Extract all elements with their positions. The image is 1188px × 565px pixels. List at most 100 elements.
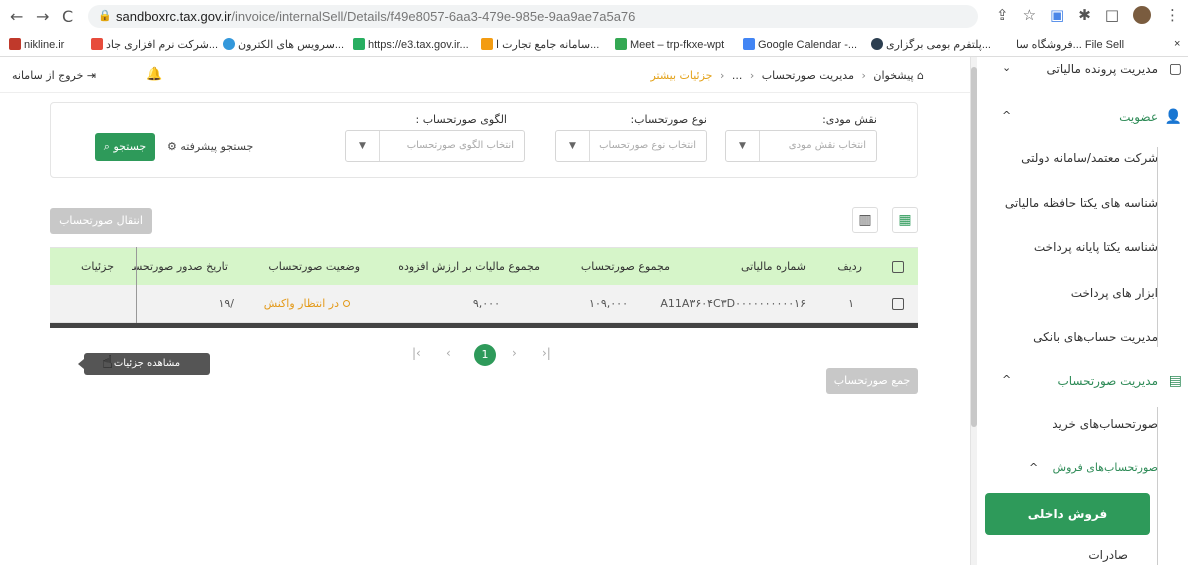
sidebar-item-purchase-invoices[interactable]: صورتحساب‌های خرید xyxy=(983,417,1188,431)
bookmark-nikline[interactable]: nikline.ir xyxy=(6,38,64,51)
main-header: ⇥ خروج از سامانه 🔔 ⌂ پیشخوان ‹ مدیریت صو… xyxy=(0,57,970,93)
window-icon[interactable]: □ xyxy=(1105,6,1119,24)
header-vat-total: مجموع مالیات بر ارزش افزوده xyxy=(398,260,540,273)
reload-icon[interactable]: C xyxy=(62,7,73,26)
address-bar[interactable]: 🔒 sandboxrc.tax.gov.ir/invoice/internalS… xyxy=(88,5,978,28)
bookmarks-bar: nikline.ir شرکت نرم افزاری جاد... سرویس … xyxy=(0,33,1188,57)
select-all-checkbox[interactable] xyxy=(892,261,904,273)
header-details: جزئیات xyxy=(81,260,114,273)
bookmark-platform[interactable]: پلتفرم بومی برگزاری... xyxy=(868,38,991,51)
chevron-up-icon: ^ xyxy=(1029,461,1039,474)
sidebar-item-domestic-sales[interactable]: فروش داخلی xyxy=(985,493,1150,535)
sidebar-item-memory-ids[interactable]: شناسه های یکتا حافظه مالیاتی xyxy=(983,196,1188,210)
sidebar-item-invoice-management[interactable]: ▤ مدیریت صورتحساب ^ xyxy=(978,373,1188,391)
search-icon: ⌕ xyxy=(103,140,110,153)
cell-invoice-total: ۱۰۹,۰۰۰ xyxy=(589,297,628,310)
user-icon: 👤 xyxy=(1164,109,1182,125)
column-divider xyxy=(136,247,137,323)
bookmark-jad[interactable]: شرکت نرم افزاری جاد... xyxy=(88,38,218,51)
bookmark-file-sell[interactable]: فروشگاه سا... File Sell xyxy=(1016,38,1124,51)
sidebar: ▢ مدیریت پرونده مالیاتی ⌄ 👤 عضویت ^ شرکت… xyxy=(970,57,1188,565)
bookmark-electronic-services[interactable]: سرویس های الکترون... xyxy=(220,38,344,51)
logout-link[interactable]: ⇥ خروج از سامانه xyxy=(12,69,96,82)
sidebar-item-payment-tools[interactable]: ابزار های پرداخت xyxy=(983,286,1188,300)
bell-icon[interactable]: 🔔 xyxy=(146,67,162,82)
cell-vat-total: ۹,۰۰۰ xyxy=(472,297,500,310)
breadcrumb-home[interactable]: پیشخوان xyxy=(873,69,913,82)
sidebar-item-sales-invoices[interactable]: صورتحساب‌های فروش ^ xyxy=(983,461,1188,474)
star-icon[interactable]: ☆ xyxy=(1023,6,1036,24)
cell-tax-number: A11A۳۶۰۴C۳D۰۰۰۰۰۰۰۰۰۰۱۶ xyxy=(660,297,806,310)
role-label: نقش مودی: xyxy=(822,113,877,126)
excel-icon[interactable]: ▦ xyxy=(892,207,918,233)
first-page-icon[interactable]: |‹ xyxy=(412,346,421,360)
advanced-search-link[interactable]: جستجو پیشرفته ⚙ xyxy=(167,140,253,153)
sidebar-item-bank-accounts[interactable]: مدیریت حساب‌های بانکی xyxy=(983,330,1188,344)
next-page-icon[interactable]: › xyxy=(512,346,517,360)
menu-icon[interactable]: ⋮ xyxy=(1165,6,1180,24)
role-select[interactable]: انتخاب نقش مودی ▼ xyxy=(725,130,877,162)
breadcrumb: ⌂ پیشخوان ‹ مدیریت صورتحساب ‹ ... ‹ جزئی… xyxy=(650,69,924,82)
share-icon[interactable]: ⇪ xyxy=(996,6,1009,24)
prev-page-icon[interactable]: ‹ xyxy=(446,346,451,360)
columns-icon[interactable]: ▥ xyxy=(852,207,878,233)
bookmarks-close-icon[interactable]: × xyxy=(1174,38,1180,50)
bookmark-meet[interactable]: Meet – trp-fkxe-wpt xyxy=(612,38,724,51)
folder-icon: ▢ xyxy=(1168,61,1182,77)
gear-icon: ⚙ xyxy=(167,140,177,153)
page-current[interactable]: 1 xyxy=(474,344,496,366)
cell-issue-date: /۱۹ xyxy=(218,297,234,310)
breadcrumb-current: جزئیات بیشتر xyxy=(650,69,713,82)
status-dot-icon xyxy=(343,300,350,307)
forward-icon[interactable]: → xyxy=(36,7,49,26)
table-row[interactable]: ۱ A11A۳۶۰۴C۳D۰۰۰۰۰۰۰۰۰۰۱۶ ۱۰۹,۰۰۰ ۹,۰۰۰ … xyxy=(50,285,918,323)
header-tax-number: شماره مالیاتی xyxy=(741,260,806,273)
bookmark-e3-tax[interactable]: https://e3.tax.gov.ir... xyxy=(350,38,469,51)
sidebar-item-terminal-id[interactable]: شناسه یکتا پایانه پرداخت xyxy=(983,240,1188,254)
invoice-pattern-select[interactable]: انتخاب الگوی صورتحساب ▼ xyxy=(345,130,525,162)
url-path: /invoice/internalSell/Details/f49e8057-6… xyxy=(231,9,636,24)
header-row-number: ردیف xyxy=(837,260,862,273)
bookmark-trade-system[interactable]: سامانه جامع تجارت ا... xyxy=(478,38,599,51)
pagination: |‹ ‹ 1 › ›| xyxy=(408,344,568,368)
bookmark-google-calendar[interactable]: Google Calendar -... xyxy=(740,38,857,51)
header-issue-date: تاریخ صدور صورتحساب xyxy=(132,260,228,273)
lock-icon: 🔒 xyxy=(98,10,112,22)
sidebar-item-trusted-company[interactable]: شرکت معتمد/سامانه دولتی xyxy=(983,151,1188,165)
last-page-icon[interactable]: ›| xyxy=(542,346,551,360)
browser-toolbar: ← → C 🔒 sandboxrc.tax.gov.ir/invoice/int… xyxy=(0,0,1188,33)
home-icon[interactable]: ⌂ xyxy=(917,69,924,82)
cell-row-number: ۱ xyxy=(848,297,854,310)
profile-avatar[interactable] xyxy=(1133,6,1151,24)
url-host: sandboxrc.tax.gov.ir xyxy=(116,9,232,24)
back-icon[interactable]: ← xyxy=(10,7,23,26)
cell-status: در انتظار واکنش xyxy=(264,297,350,310)
invoice-type-label: نوع صورتحساب: xyxy=(630,113,707,126)
transfer-invoice-button[interactable]: انتقال صورتحساب xyxy=(50,208,152,234)
sidebar-item-exports[interactable]: صادرات xyxy=(983,548,1188,562)
table-horizontal-scrollbar[interactable] xyxy=(50,323,918,328)
table-header: ردیف شماره مالیاتی مجموع صورتحساب مجموع … xyxy=(50,247,918,285)
sidebar-scrollbar[interactable] xyxy=(971,57,977,565)
chevron-down-icon: ⌄ xyxy=(1002,61,1012,74)
breadcrumb-ellipsis: ... xyxy=(731,69,743,82)
puzzle-icon[interactable]: ✱ xyxy=(1078,6,1091,24)
chevron-up-icon: ^ xyxy=(1002,109,1012,122)
row-checkbox[interactable] xyxy=(892,298,904,310)
invoice-type-select[interactable]: انتخاب نوع صورتحساب ▼ xyxy=(555,130,707,162)
sidebar-item-tax-file[interactable]: ▢ مدیریت پرونده مالیاتی ⌄ xyxy=(978,61,1188,79)
sidebar-item-membership[interactable]: 👤 عضویت ^ xyxy=(978,109,1188,127)
app-area: ⇥ خروج از سامانه 🔔 ⌂ پیشخوان ‹ مدیریت صو… xyxy=(0,57,1188,565)
header-status: وضعیت صورتحساب xyxy=(268,260,360,273)
chevron-up-icon: ^ xyxy=(1002,373,1012,386)
chevron-down-icon: ▼ xyxy=(556,131,590,161)
extension-icon[interactable]: ▣ xyxy=(1050,6,1064,24)
breadcrumb-invoice-mgmt[interactable]: مدیریت صورتحساب xyxy=(762,69,854,82)
chevron-down-icon: ▼ xyxy=(726,131,760,161)
search-button[interactable]: جستجو ⌕ xyxy=(95,133,155,161)
filter-card: نقش مودی: انتخاب نقش مودی ▼ نوع صورتحساب… xyxy=(50,102,918,178)
invoice-pattern-label: الگوی صورتحساب : xyxy=(415,113,508,126)
chevron-down-icon: ▼ xyxy=(346,131,380,161)
sum-invoice-button[interactable]: جمع صورتحساب xyxy=(826,368,918,394)
header-invoice-total: مجموع صورتحساب xyxy=(580,260,670,273)
